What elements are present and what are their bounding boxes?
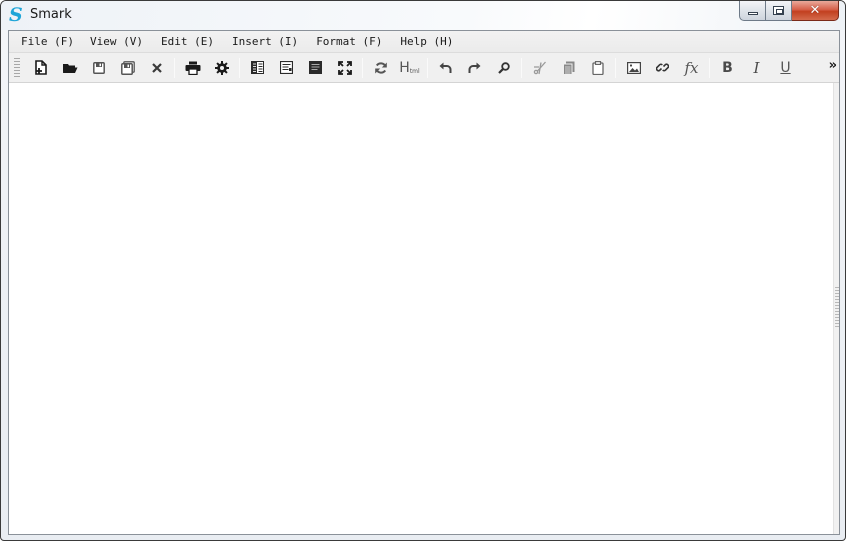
app-logo-icon: S (9, 4, 23, 26)
app-window: S Smark ✕ File (F) View (V) Edit (E) Ins… (0, 0, 846, 541)
splitter-grip-handle[interactable] (835, 287, 839, 327)
new-file-button[interactable] (26, 56, 55, 80)
menu-file[interactable]: File (F) (15, 33, 80, 50)
toolbar-separator (427, 57, 428, 78)
save-button[interactable] (84, 56, 113, 80)
new-file-icon (34, 60, 47, 75)
toolbar-separator (174, 57, 175, 78)
undo-button[interactable] (431, 56, 460, 80)
split-view-button[interactable] (243, 56, 272, 80)
title-bar[interactable]: S Smark ✕ (1, 1, 845, 30)
insert-link-button[interactable] (648, 56, 677, 80)
folder-open-icon (62, 63, 77, 73)
preview-view-icon (280, 61, 293, 74)
toolbar-overflow-button[interactable]: » (829, 58, 837, 73)
cut-button[interactable] (525, 56, 554, 80)
refresh-button[interactable] (366, 56, 395, 80)
toolbar-separator (362, 57, 363, 78)
save-all-button[interactable] (113, 56, 142, 80)
print-icon (185, 61, 200, 75)
save-all-icon (120, 60, 135, 75)
menu-view[interactable]: View (V) (84, 33, 149, 50)
window-title: Smark (30, 7, 72, 22)
toolbar-separator (615, 57, 616, 78)
save-icon (92, 61, 105, 74)
pane-splitter[interactable] (833, 83, 839, 534)
copy-button[interactable] (554, 56, 583, 80)
link-icon (656, 63, 669, 72)
image-icon (626, 61, 641, 74)
open-folder-button[interactable] (55, 56, 84, 80)
insert-image-button[interactable] (619, 56, 648, 80)
toolbar: Html fx B I U » (9, 53, 839, 83)
editor-area[interactable] (9, 83, 839, 534)
toolbar-separator (239, 57, 240, 78)
print-button[interactable] (178, 56, 207, 80)
client-area: File (F) View (V) Edit (E) Insert (I) Fo… (8, 30, 840, 535)
clipboard-icon (591, 60, 604, 75)
paste-button[interactable] (583, 56, 612, 80)
toolbar-separator (709, 57, 710, 78)
menu-edit[interactable]: Edit (E) (155, 33, 220, 50)
search-icon (497, 61, 510, 74)
redo-icon (468, 62, 481, 73)
close-icon: ✕ (809, 3, 821, 18)
html-icon: Html (399, 59, 420, 76)
minimize-button[interactable] (739, 1, 766, 21)
fullscreen-icon (337, 60, 352, 75)
fullscreen-button[interactable] (330, 56, 359, 80)
underline-button[interactable]: U (771, 56, 800, 80)
close-icon (151, 62, 162, 73)
find-button[interactable] (489, 56, 518, 80)
toolbar-grip-handle[interactable] (14, 57, 20, 78)
refresh-icon (374, 61, 387, 74)
copy-icon (562, 61, 574, 75)
insert-formula-button[interactable]: fx (677, 56, 706, 80)
settings-button[interactable] (207, 56, 236, 80)
italic-icon: I (753, 58, 760, 77)
caption-buttons: ✕ (739, 1, 839, 21)
close-window-button[interactable]: ✕ (792, 1, 839, 21)
menu-format[interactable]: Format (F) (310, 33, 388, 50)
scissors-icon (533, 61, 546, 74)
toolbar-separator (521, 57, 522, 78)
redo-button[interactable] (460, 56, 489, 80)
italic-button[interactable]: I (742, 56, 771, 80)
formula-icon: fx (684, 58, 699, 77)
bold-icon: B (722, 59, 733, 76)
gear-icon (214, 60, 229, 75)
close-file-button[interactable] (142, 56, 171, 80)
split-view-icon (251, 61, 264, 74)
editor-view-button[interactable] (301, 56, 330, 80)
maximize-icon (773, 6, 784, 15)
preview-view-button[interactable] (272, 56, 301, 80)
underline-icon: U (780, 59, 791, 76)
maximize-button[interactable] (766, 1, 792, 21)
minimize-icon (747, 12, 758, 15)
editor-view-icon (309, 61, 322, 74)
menu-help[interactable]: Help (H) (394, 33, 459, 50)
menu-bar: File (F) View (V) Edit (E) Insert (I) Fo… (9, 31, 839, 53)
bold-button[interactable]: B (713, 56, 742, 80)
undo-icon (439, 62, 452, 73)
html-export-button[interactable]: Html (395, 56, 424, 80)
menu-insert[interactable]: Insert (I) (226, 33, 304, 50)
